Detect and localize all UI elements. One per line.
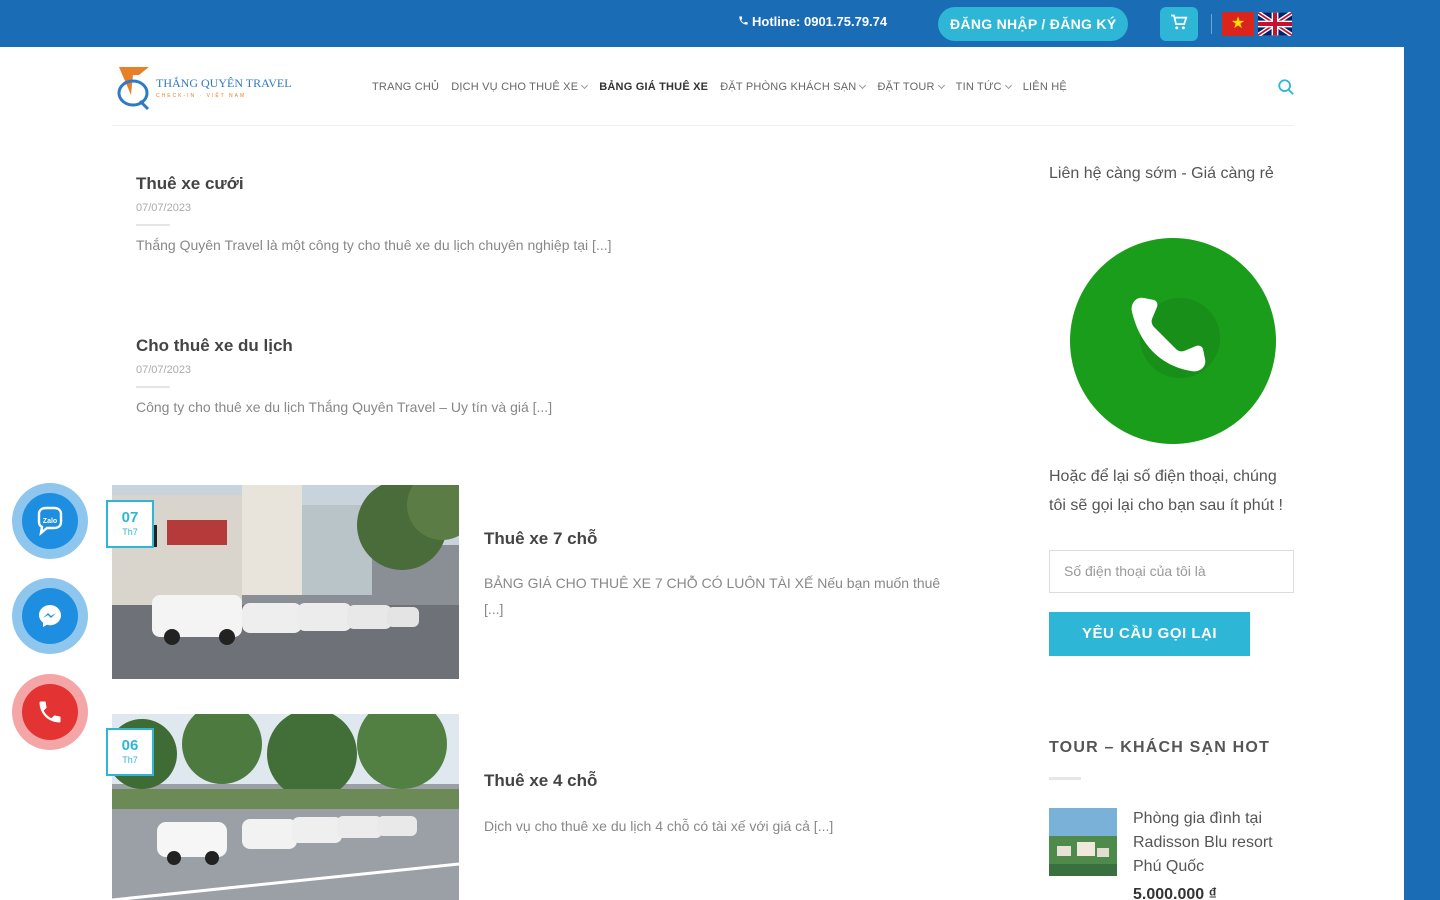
phone-icon: [1131, 297, 1220, 378]
post-item: Thuê xe cưới 07/07/2023 Thắng Quyên Trav…: [136, 174, 612, 253]
post-date: 07/07/2023: [136, 364, 192, 376]
messenger-float-button[interactable]: [12, 578, 88, 654]
nav-item-price-list[interactable]: BẢNG GIÁ THUÊ XE: [599, 81, 708, 93]
hot-tours-heading: TOUR – KHÁCH SẠN HOT: [1049, 739, 1271, 756]
post-item: Cho thuê xe du lịch 07/07/2023 Công ty c…: [136, 336, 552, 415]
messenger-icon: [39, 605, 61, 627]
date-badge-day: 06: [121, 737, 139, 754]
zalo-icon: Zalo: [37, 506, 63, 536]
header-divider: [112, 125, 1294, 126]
nav-item-label: ĐẶT PHÒNG KHÁCH SẠN: [720, 81, 857, 93]
post-excerpt: Thắng Quyên Travel là một công ty cho th…: [136, 237, 612, 253]
nav-item-car-rental[interactable]: DỊCH VỤ CHO THUÊ XE: [451, 81, 589, 93]
chevron-down-icon: [937, 81, 945, 90]
hotline-link[interactable]: Hotline: 0901.75.79.74: [738, 14, 887, 29]
nav-item-tour-booking[interactable]: ĐẶT TOUR: [877, 81, 945, 93]
contact-early-text: Liên hệ càng sớm - Giá càng rẻ: [1049, 165, 1274, 182]
post-title[interactable]: Thuê xe 7 chỗ: [484, 529, 597, 549]
login-register-button[interactable]: ĐĂNG NHẬP / ĐĂNG KÝ: [938, 7, 1129, 41]
page-container: THẮNG QUYÊN TRAVEL CHECK-IN · VIỆT NAM T…: [0, 47, 1404, 900]
date-badge-day: 07: [121, 509, 139, 526]
post-title[interactable]: Cho thuê xe du lịch: [136, 336, 552, 356]
logo-title: THẮNG QUYÊN TRAVEL: [156, 75, 292, 90]
phone-icon: [738, 14, 749, 29]
site-header: THẮNG QUYÊN TRAVEL CHECK-IN · VIỆT NAM T…: [0, 47, 1404, 127]
post-title[interactable]: Thuê xe 4 chỗ: [484, 771, 597, 791]
call-now-button[interactable]: [1070, 238, 1276, 444]
post-divider: [136, 386, 170, 388]
post-thumbnail-4-seat[interactable]: [112, 714, 459, 900]
post-excerpt: Công ty cho thuê xe du lịch Thắng Quyên …: [136, 399, 553, 415]
phone-number-input[interactable]: Số điện thoại của tôi là: [1049, 550, 1294, 593]
chevron-down-icon: [1004, 81, 1012, 90]
post-excerpt: BẢNG GIÁ CHO THUÊ XE 7 CHỖ CÓ LUÔN TÀI X…: [484, 575, 941, 617]
date-badge: 07 Th7: [106, 500, 154, 548]
chevron-down-icon: [859, 81, 867, 90]
cart-button[interactable]: [1160, 7, 1198, 41]
post-date: 07/07/2023: [136, 202, 192, 214]
phone-icon: [39, 701, 61, 723]
post-divider: [136, 224, 170, 226]
hot-item-thumbnail[interactable]: [1049, 808, 1117, 876]
topbar-divider: [1211, 14, 1212, 34]
nav-item-label: DỊCH VỤ CHO THUÊ XE: [451, 81, 579, 93]
request-callback-button[interactable]: YÊU CẦU GỌI LẠI: [1049, 612, 1250, 656]
zalo-text: Zalo: [43, 518, 57, 525]
english-flag-icon[interactable]: [1258, 12, 1292, 36]
chevron-down-icon: [581, 81, 589, 90]
hot-item-title[interactable]: Phòng gia đình tại Radisson Blu resort P…: [1133, 807, 1298, 879]
nav-item-hotel-booking[interactable]: ĐẶT PHÒNG KHÁCH SẠN: [720, 81, 867, 93]
hot-item-price: 5.000.000 ₫: [1133, 886, 1217, 900]
leave-phone-text: Hoặc để lại số điện thoại, chúng tôi sẽ …: [1049, 468, 1283, 514]
zalo-float-button[interactable]: Zalo: [12, 483, 88, 559]
cart-icon: [1170, 14, 1188, 35]
top-bar: Hotline: 0901.75.79.74 ĐĂNG NHẬP / ĐĂNG …: [0, 0, 1440, 47]
nav-item-label: ĐẶT TOUR: [877, 81, 935, 93]
nav-item-label: TIN TỨC: [955, 81, 1002, 93]
post-thumbnail-7-seat[interactable]: [112, 485, 459, 679]
date-badge-month: Th7: [122, 755, 138, 765]
heading-divider: [1049, 777, 1081, 780]
main-nav: TRANG CHỦ DỊCH VỤ CHO THUÊ XE BẢNG GIÁ T…: [372, 81, 1079, 93]
vietnamese-flag-icon[interactable]: ★: [1222, 12, 1254, 36]
site-logo[interactable]: THẮNG QUYÊN TRAVEL CHECK-IN · VIỆT NAM: [116, 63, 292, 111]
post-title[interactable]: Thuê xe cưới: [136, 174, 612, 194]
date-badge-month: Th7: [122, 527, 138, 537]
search-icon[interactable]: [1277, 78, 1295, 96]
hotline-text: Hotline: 0901.75.79.74: [752, 14, 888, 29]
call-float-button[interactable]: [12, 674, 88, 750]
nav-item-contact[interactable]: LIÊN HỆ: [1023, 81, 1067, 93]
nav-item-news[interactable]: TIN TỨC: [955, 81, 1012, 93]
post-excerpt: Dịch vụ cho thuê xe du lịch 4 chỗ có tài…: [484, 818, 834, 834]
logo-tagline: CHECK-IN · VIỆT NAM: [156, 92, 247, 99]
logo-mark-icon: [117, 67, 150, 111]
date-badge: 06 Th7: [106, 728, 154, 776]
nav-item-home[interactable]: TRANG CHỦ: [372, 81, 439, 93]
